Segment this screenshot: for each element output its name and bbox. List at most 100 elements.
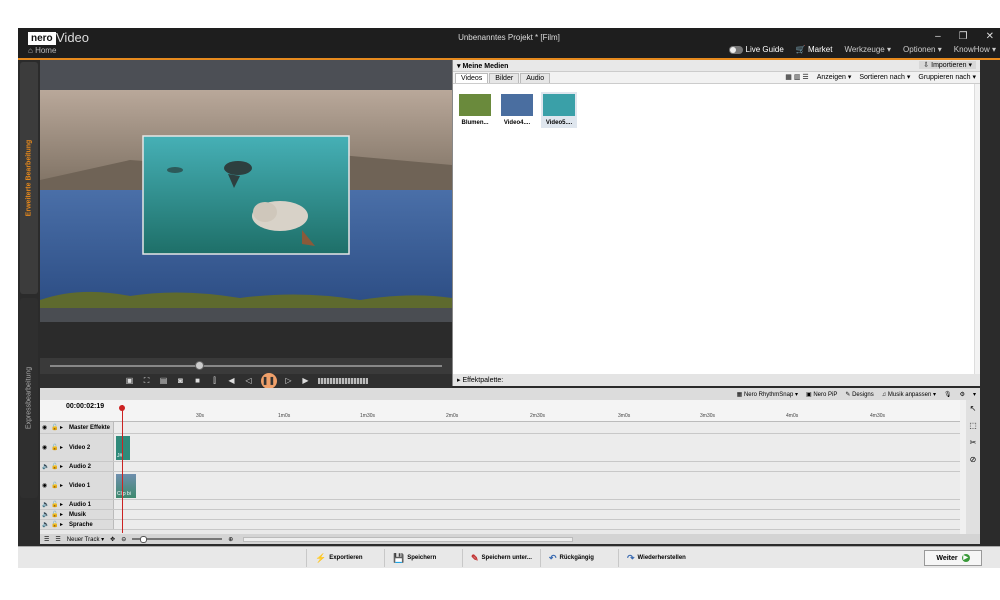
track-master-effects[interactable]: ◉ 🔓 ▸ Master Effekte xyxy=(40,422,960,434)
options-menu[interactable]: Optionen ▾ xyxy=(903,45,942,54)
video-preview[interactable] xyxy=(40,60,452,322)
fit-icon[interactable]: ✥ xyxy=(110,536,115,543)
speaker-icon[interactable]: 🔈 xyxy=(42,463,49,470)
lock-icon[interactable]: 🔓 xyxy=(51,424,58,431)
undo-button[interactable]: ↶ Rückgängig xyxy=(540,549,618,567)
speaker-icon[interactable]: 🔈 xyxy=(42,501,49,508)
media-scrollbar[interactable] xyxy=(974,84,980,374)
new-track-button[interactable]: Neuer Track ▾ xyxy=(67,536,104,543)
lock-icon[interactable]: 🔓 xyxy=(51,444,58,451)
visibility-icon[interactable]: ◉ xyxy=(42,482,48,489)
aspect-icon[interactable]: ▤ xyxy=(159,376,169,386)
playhead-handle[interactable] xyxy=(119,405,125,411)
visibility-icon[interactable]: ◉ xyxy=(42,444,48,451)
zoom-out-icon[interactable]: ⊖ xyxy=(121,536,126,543)
tab-images[interactable]: Bilder xyxy=(489,73,520,83)
knowhow-menu[interactable]: KnowHow ▾ xyxy=(954,45,996,54)
track-music[interactable]: 🔈 🔓 ▸ Musik xyxy=(40,510,960,520)
timeline-horizontal-scrollbar[interactable] xyxy=(243,536,574,542)
video-clip[interactable]: J# xyxy=(116,436,130,460)
close-button[interactable]: ✕ xyxy=(986,31,994,42)
collapse-icon[interactable]: ▾ xyxy=(457,63,461,70)
media-item[interactable]: Video5.... xyxy=(541,92,577,128)
pause-icon[interactable]: ❚❚ xyxy=(260,373,277,389)
lock-icon[interactable]: 🔓 xyxy=(51,501,58,508)
rhythm-snap-button[interactable]: ▦ Nero RhythmSnap ▾ xyxy=(737,391,798,398)
track-audio-2[interactable]: 🔈 🔓 ▸ Audio 2 xyxy=(40,462,960,472)
settings-icon[interactable]: ⚙ xyxy=(960,391,965,398)
lock-icon[interactable]: 🔓 xyxy=(51,482,58,489)
lock-icon[interactable]: 🔓 xyxy=(51,463,58,470)
pointer-icon[interactable]: ↖ xyxy=(970,404,977,413)
save-button[interactable]: 💾 Speichern xyxy=(384,549,462,567)
track-audio-1[interactable]: 🔈 🔓 ▸ Audio 1 xyxy=(40,500,960,510)
expand-icon[interactable]: ▸ xyxy=(60,501,66,508)
track-video-2[interactable]: ◉ 🔓 ▸ Video 2 J# xyxy=(40,434,960,462)
step-back-icon[interactable]: ◀ xyxy=(227,376,237,386)
split-icon[interactable]: ⫿ xyxy=(210,376,220,386)
scrubber-handle[interactable] xyxy=(194,361,204,370)
track-speech[interactable]: 🔈 🔓 ▸ Sprache xyxy=(40,520,960,530)
mic-icon[interactable]: 🎙 xyxy=(944,391,952,398)
video-clip[interactable]: Clip bi xyxy=(116,474,136,498)
group-menu[interactable]: Gruppieren nach ▾ xyxy=(918,73,976,81)
tab-audio[interactable]: Audio xyxy=(520,73,551,83)
speaker-icon[interactable]: 🔈 xyxy=(42,521,49,528)
tab-advanced-editing[interactable]: Erweiterte Bearbeitung xyxy=(20,62,38,294)
timeline-ruler[interactable]: 00:00:02:19 30s 1m0s 1m30s 2m0s 2m30s 3m… xyxy=(40,400,960,422)
tools-menu[interactable]: Werkzeuge ▾ xyxy=(844,45,891,54)
expand-icon[interactable]: ▸ xyxy=(60,511,66,518)
delete-icon[interactable]: ⊘ xyxy=(970,455,977,464)
expand-icon[interactable]: ▸ xyxy=(60,463,66,470)
next-frame-icon[interactable]: ▷ xyxy=(284,376,294,386)
music-adjust-button[interactable]: ♫ Musik anpassen ▾ xyxy=(882,391,936,398)
playhead-line[interactable] xyxy=(122,405,123,533)
expand-icon[interactable]: ▸ xyxy=(60,424,66,431)
media-item[interactable]: Video4.... xyxy=(499,92,535,128)
redo-button[interactable]: ↷ Wiederherstellen xyxy=(618,549,696,567)
compact-view-icon[interactable]: ☰ xyxy=(55,536,60,543)
pip-button[interactable]: ▣ Nero PiP xyxy=(806,391,837,398)
lock-icon[interactable]: 🔓 xyxy=(51,521,58,528)
ruler-tick: 4m0s xyxy=(786,413,799,419)
more-icon[interactable]: ▾ xyxy=(973,391,976,398)
restore-button[interactable]: ❐ xyxy=(959,31,968,42)
view-menu[interactable]: Anzeigen ▾ xyxy=(817,73,852,81)
zoom-in-icon[interactable]: ⊕ xyxy=(228,536,233,543)
list-view-icon[interactable]: ☰ xyxy=(44,536,49,543)
stop-icon[interactable]: ■ xyxy=(193,376,203,386)
media-item[interactable]: Blumen... xyxy=(457,92,493,128)
step-forward-icon[interactable]: ▶ xyxy=(301,376,311,386)
designs-button[interactable]: ✎ Designs xyxy=(845,391,873,398)
tab-express-editing[interactable]: Expressbearbeitung xyxy=(20,298,38,498)
track-video-1[interactable]: ◉ 🔓 ▸ Video 1 Clip bi xyxy=(40,472,960,500)
import-button[interactable]: ⇩ Importieren ▾ xyxy=(919,61,976,69)
prev-frame-icon[interactable]: ◁ xyxy=(244,376,254,386)
preview-scrubber[interactable] xyxy=(40,358,452,374)
expand-icon[interactable]: ▸ xyxy=(60,482,66,489)
expand-icon[interactable]: ▸ xyxy=(60,444,66,451)
tab-videos[interactable]: Videos xyxy=(455,73,489,83)
scrubber-track[interactable] xyxy=(50,365,442,367)
minimize-button[interactable]: – xyxy=(935,31,941,42)
timeline[interactable]: 00:00:02:19 30s 1m0s 1m30s 2m0s 2m30s 3m… xyxy=(40,400,960,534)
export-button[interactable]: ⚡ Exportieren xyxy=(306,549,384,567)
snapshot-icon[interactable]: ◙ xyxy=(176,376,186,386)
fullscreen-icon[interactable]: ⛶ xyxy=(142,376,152,386)
grid-view-icon[interactable]: ▦ ▥ ☰ xyxy=(785,73,808,81)
live-guide-toggle[interactable]: Live Guide xyxy=(728,45,784,54)
next-button[interactable]: Weiter ▶ xyxy=(924,550,982,566)
lock-icon[interactable]: 🔓 xyxy=(51,511,58,518)
scissors-icon[interactable]: ✂ xyxy=(970,438,977,447)
visibility-icon[interactable]: ◉ xyxy=(42,424,48,431)
market-link[interactable]: 🛒 Market xyxy=(796,45,833,54)
zoom-slider[interactable] xyxy=(132,536,223,543)
effects-palette-bar[interactable]: ▸ Effektpalette: xyxy=(452,374,980,386)
select-icon[interactable]: ⬚ xyxy=(969,421,977,430)
save-as-button[interactable]: ✎ Speichern unter... xyxy=(462,549,540,567)
home-link[interactable]: ⌂ Home xyxy=(28,46,56,55)
expand-icon[interactable]: ▸ xyxy=(60,521,66,528)
speaker-icon[interactable]: 🔈 xyxy=(42,511,49,518)
display-mode-icon[interactable]: ▣ xyxy=(125,376,135,386)
sort-menu[interactable]: Sortieren nach ▾ xyxy=(859,73,910,81)
